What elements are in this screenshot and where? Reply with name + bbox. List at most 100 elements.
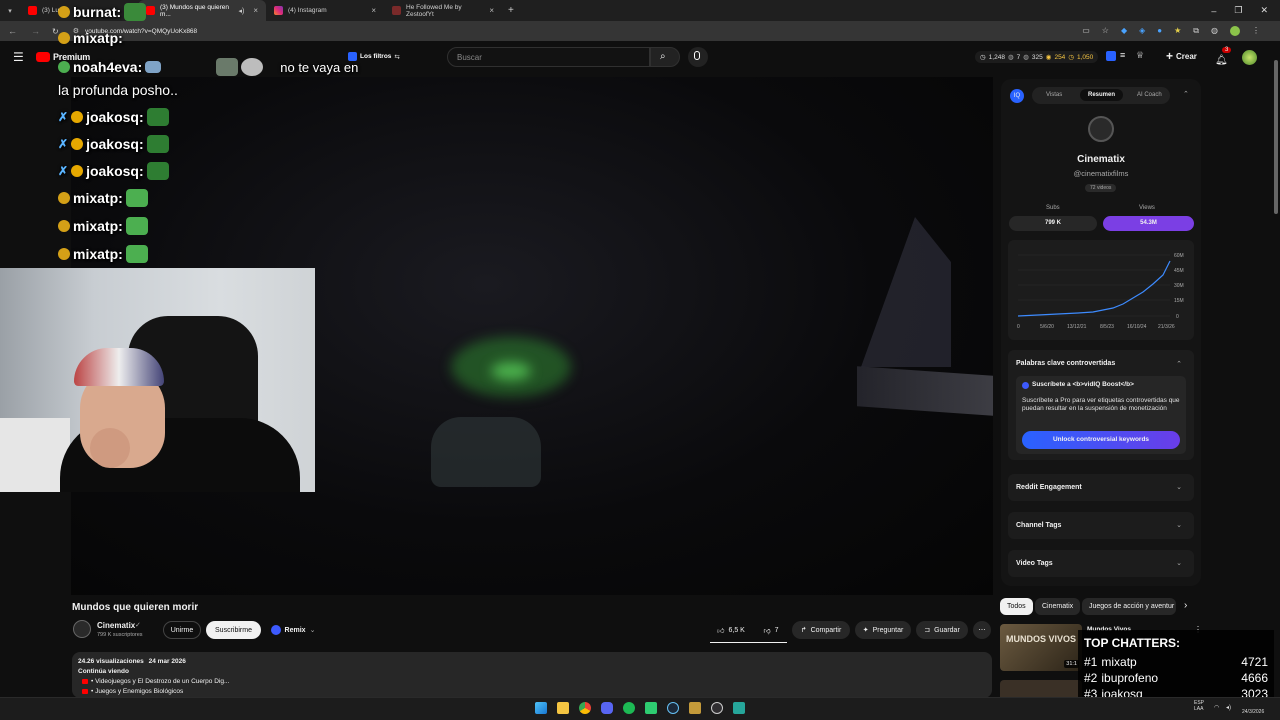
forward-icon[interactable]: → bbox=[31, 26, 40, 36]
video-description[interactable]: 24.26 visualizaciones 24 mar 2026 Contin… bbox=[72, 652, 992, 698]
tab-ai-coach[interactable]: AI Coach bbox=[1137, 92, 1162, 98]
subscribe-button[interactable]: Suscribirme bbox=[206, 621, 261, 639]
subs-label: Subs bbox=[1046, 205, 1060, 211]
continue-watching-item[interactable]: • Videojuegos y El Destrozo de un Cuerpo… bbox=[82, 678, 229, 685]
page-scrollbar[interactable] bbox=[1274, 60, 1278, 214]
chevron-down-icon[interactable]: ⌄ bbox=[1176, 521, 1182, 529]
continue-watching-item[interactable]: • Juegos y Enemigos Biológicos bbox=[82, 688, 183, 695]
y-tick-label: 30M bbox=[1174, 283, 1184, 289]
obs-icon[interactable] bbox=[711, 702, 723, 714]
taskbar-language[interactable]: ESP LAA bbox=[1194, 700, 1204, 712]
puzzle-icon[interactable]: ⧉ bbox=[1193, 26, 1199, 36]
more-actions-button[interactable]: ⋯ bbox=[973, 621, 991, 639]
menu-icon[interactable]: ⋮ bbox=[1252, 26, 1260, 36]
taskbar-date: 24/3/2026 bbox=[1242, 709, 1265, 715]
avatar[interactable] bbox=[1242, 50, 1257, 65]
minimize-icon[interactable]: – bbox=[1211, 6, 1216, 16]
chevron-right-icon[interactable]: › bbox=[1184, 600, 1187, 611]
speaker-icon[interactable]: ◂) bbox=[238, 7, 244, 15]
profile-icon[interactable]: ◍ bbox=[1211, 26, 1218, 36]
spotify-icon[interactable] bbox=[623, 702, 635, 714]
chrome-icon[interactable] bbox=[579, 702, 591, 714]
save-button[interactable]: ⊐ Guardar bbox=[916, 621, 968, 639]
suggestion-thumbnail[interactable] bbox=[1000, 680, 1082, 697]
extension-icon[interactable]: ★ bbox=[1174, 26, 1181, 36]
discord-icon[interactable] bbox=[601, 702, 613, 714]
list-icon[interactable]: ≡ bbox=[1120, 50, 1125, 60]
chevron-down-icon[interactable]: ⌄ bbox=[1176, 559, 1182, 567]
avatar[interactable] bbox=[1230, 26, 1240, 36]
tab-vistas[interactable]: Vistas bbox=[1046, 92, 1062, 98]
subs-value[interactable]: 799 K bbox=[1009, 216, 1097, 231]
x-tick-label: 13/12/21 bbox=[1067, 324, 1087, 330]
windows-start-icon[interactable] bbox=[535, 702, 547, 714]
collapse-icon[interactable]: ⌃ bbox=[1183, 90, 1189, 98]
wifi-icon[interactable]: ◠ bbox=[1214, 704, 1219, 711]
chat-message: mixatp: bbox=[58, 189, 148, 207]
windows-taskbar bbox=[0, 697, 1280, 720]
reddit-engagement-card[interactable]: Reddit Engagement ⌄ bbox=[1008, 474, 1194, 501]
channel-name[interactable]: Cinematix bbox=[97, 621, 135, 630]
browser-tab-2[interactable]: (3) Mundos que quieren m... ◂) × bbox=[138, 0, 266, 21]
app-icon[interactable] bbox=[645, 702, 657, 714]
new-tab-button[interactable]: + bbox=[508, 5, 514, 16]
channel-avatar[interactable] bbox=[73, 620, 91, 638]
app-icon[interactable] bbox=[689, 702, 701, 714]
browser-tab-4[interactable]: He Followed Me by ZestoofYt × bbox=[384, 0, 502, 21]
volume-icon[interactable]: ◂) bbox=[1226, 704, 1231, 711]
browser-tab-3[interactable]: (4) Instagram × bbox=[266, 0, 384, 21]
chevron-down-icon[interactable]: ⌄ bbox=[1176, 483, 1182, 491]
join-button[interactable]: Unirme bbox=[163, 621, 201, 639]
tab-resumen[interactable]: Resumen bbox=[1080, 89, 1124, 101]
chevron-up-icon[interactable]: ⌃ bbox=[1176, 360, 1182, 368]
remix-button[interactable]: Remix ⌄ bbox=[266, 621, 320, 639]
dislike-button[interactable]: 👎︎ 7 bbox=[755, 621, 787, 639]
sword-badge-icon: ✗ bbox=[58, 137, 69, 151]
views-value[interactable]: 54.3M bbox=[1103, 216, 1194, 231]
vidiq-stats-bar[interactable]: ◷ 1,248 ◍ 7 ◍ 325 ◉ 254 ◷ 1,050 bbox=[975, 51, 1099, 63]
vidiq-logo-icon[interactable]: IQ bbox=[1010, 89, 1024, 103]
chip-cinematix[interactable]: Cinematix bbox=[1035, 598, 1081, 615]
top-chatters-title: TOP CHATTERS: bbox=[1084, 636, 1181, 650]
steam-icon[interactable] bbox=[667, 702, 679, 714]
chip-todos[interactable]: Todos bbox=[1000, 598, 1033, 615]
maximize-icon[interactable]: ❐ bbox=[1234, 5, 1242, 16]
search-button[interactable]: ⌕ bbox=[650, 47, 680, 67]
channel-tags-card[interactable]: Channel Tags ⌄ bbox=[1008, 512, 1194, 539]
window-controls: – ❐ ✕ bbox=[1211, 0, 1280, 21]
cast-icon[interactable]: ▭ bbox=[1082, 26, 1090, 36]
extension-icon[interactable]: ◈ bbox=[1139, 26, 1145, 36]
share-button[interactable]: ↱ Compartir bbox=[792, 621, 850, 639]
app-icon[interactable] bbox=[733, 702, 745, 714]
subscriber-count: 799 K suscriptores bbox=[97, 632, 143, 638]
hamburger-icon[interactable]: ☰ bbox=[13, 50, 24, 64]
extension-icon[interactable]: ● bbox=[1157, 26, 1162, 36]
close-icon[interactable]: × bbox=[253, 6, 258, 15]
star-icon[interactable]: ☆ bbox=[1102, 26, 1109, 36]
create-button[interactable]: + Crear bbox=[1166, 49, 1197, 63]
chat-badge-icon bbox=[58, 61, 70, 73]
extension-icon[interactable]: ◆ bbox=[1121, 26, 1127, 36]
notifications-button[interactable]: 🔔︎ 3 bbox=[1215, 47, 1232, 68]
close-icon[interactable]: × bbox=[371, 6, 376, 15]
ask-button[interactable]: ✦ Preguntar bbox=[855, 621, 911, 639]
close-window-icon[interactable]: ✕ bbox=[1260, 5, 1268, 16]
vidiq-logo-icon[interactable] bbox=[1106, 51, 1116, 61]
voice-search-button[interactable] bbox=[688, 47, 708, 67]
emote-icon bbox=[125, 189, 148, 207]
back-icon[interactable]: ← bbox=[8, 26, 17, 36]
video-tags-card[interactable]: Video Tags ⌄ bbox=[1008, 550, 1194, 577]
tab-search-button[interactable]: ▾ bbox=[0, 7, 20, 15]
file-explorer-icon[interactable] bbox=[557, 702, 569, 714]
vidiq-icon bbox=[270, 625, 281, 635]
unlock-keywords-button[interactable]: Unlock controversial keywords bbox=[1022, 431, 1180, 449]
trophy-icon[interactable]: ♕ bbox=[1136, 50, 1144, 61]
like-bar bbox=[710, 642, 787, 643]
suggestion-thumbnail[interactable]: MUNDOS VIVOS 31:1 bbox=[1000, 624, 1082, 671]
emote-icon bbox=[125, 245, 148, 263]
like-button[interactable]: 👍︎ 6,5 K bbox=[710, 621, 752, 639]
chip-juegos[interactable]: Juegos de acción y aventur bbox=[1082, 598, 1176, 615]
close-icon[interactable]: × bbox=[489, 6, 494, 15]
search-input[interactable]: Buscar bbox=[447, 47, 650, 67]
boost-icon bbox=[1022, 382, 1029, 389]
